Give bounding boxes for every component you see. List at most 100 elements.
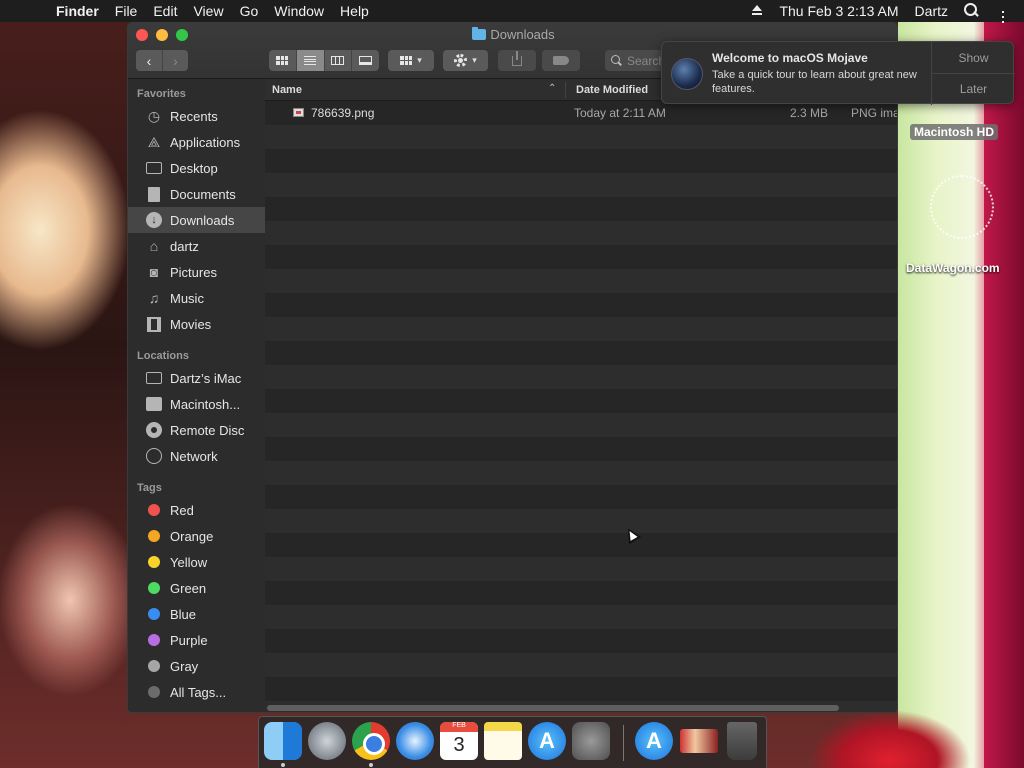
chevron-down-icon: ▾ (417, 55, 422, 65)
dock-trash-icon[interactable] (727, 722, 757, 760)
notification-title: Welcome to macOS Mojave (712, 51, 868, 65)
tag-color-dot (148, 556, 160, 568)
menu-bar: Finder File Edit View Go Window Help Thu… (0, 0, 1024, 23)
eject-menu[interactable] (743, 3, 771, 19)
sidebar-tag-red[interactable]: Red (128, 497, 265, 523)
sidebar-item-applications[interactable]: ⟁ Applications (128, 129, 265, 155)
view-mode-group (269, 50, 379, 71)
dock-app-store-download-icon[interactable]: A (635, 722, 673, 760)
file-row[interactable]: 786639.png Today at 2:11 AM 2.3 MB PNG i… (265, 101, 897, 125)
eject-icon (751, 5, 763, 16)
back-button[interactable]: ‹ (136, 50, 162, 71)
sidebar-all-tags[interactable]: All Tags... (128, 679, 265, 705)
dock-image-thumbnail-icon[interactable] (680, 729, 718, 753)
share-button[interactable] (498, 50, 536, 71)
sidebar-item-label: Gray (170, 658, 199, 674)
dock-finder-icon[interactable] (264, 722, 302, 760)
sidebar-item-label: Yellow (170, 554, 208, 570)
sidebar-item-label: Orange (170, 528, 214, 544)
sidebar-section-locations: Locations (137, 350, 189, 362)
file-size: 2.3 MB (790, 106, 829, 120)
action-menu-button[interactable]: ▾ (443, 50, 488, 71)
sidebar-item-label: Network (170, 448, 218, 464)
group-by-button[interactable]: ▾ (388, 50, 434, 71)
column-divider[interactable] (565, 82, 566, 98)
notification-body: Take a quick tour to learn about great n… (712, 69, 917, 95)
sidebar-item-documents[interactable]: Documents (128, 181, 265, 207)
applications-icon: ⟁ (147, 133, 161, 150)
dock-chrome-icon[interactable] (352, 722, 390, 760)
notification-show-button[interactable]: Show (932, 42, 1015, 73)
window-title: Downloads (128, 27, 897, 42)
download-icon: ↓ (145, 212, 163, 228)
tag-color-dot (148, 660, 160, 672)
sidebar-tag-yellow[interactable]: Yellow (128, 549, 265, 575)
menu-go[interactable]: Go (232, 3, 267, 19)
menu-help[interactable]: Help (332, 3, 377, 19)
sidebar-item-label: Pictures (170, 264, 217, 280)
dock-running-indicator (281, 763, 285, 767)
sidebar-item-downloads[interactable]: ↓ Downloads (128, 207, 265, 233)
menu-window[interactable]: Window (266, 3, 332, 19)
file-list[interactable]: Name ⌃ Date Modified 786639.png Today at… (265, 79, 897, 712)
sidebar-item-label: Applications (170, 134, 241, 150)
sidebar-item-network[interactable]: Network (128, 443, 265, 469)
sidebar: Favorites ◷ Recents ⟁ Applications Desktop… (128, 79, 265, 712)
horizontal-scrollbar[interactable] (267, 705, 839, 711)
dock-notes-icon[interactable] (484, 722, 522, 760)
sidebar-item-remote-disc[interactable]: Remote Disc (128, 417, 265, 443)
chevron-down-icon: ▾ (472, 55, 477, 65)
column-view-button[interactable] (323, 50, 352, 71)
notification-actions: Show Later (931, 42, 1015, 105)
dock-running-indicator (369, 763, 373, 767)
sidebar-item-label: Blue (170, 606, 197, 622)
sidebar-item-recents[interactable]: ◷ Recents (128, 103, 265, 129)
dock-app-store-icon[interactable]: A (528, 722, 566, 760)
sidebar-tag-orange[interactable]: Orange (128, 523, 265, 549)
sidebar-tag-blue[interactable]: Blue (128, 601, 265, 627)
menu-app-finder[interactable]: Finder (48, 3, 107, 19)
camera-icon: ◙ (149, 264, 159, 280)
spotlight-button[interactable] (956, 2, 986, 20)
calendar-day: 3 (453, 734, 465, 756)
edit-tags-button[interactable] (542, 50, 580, 71)
column-header-date-modified[interactable]: Date Modified (576, 84, 648, 96)
icon-view-button[interactable] (269, 50, 296, 71)
home-icon: ⌂ (149, 238, 159, 254)
menu-user[interactable]: Dartz (907, 3, 956, 19)
sidebar-tag-green[interactable]: Green (128, 575, 265, 601)
gear-icon (454, 54, 468, 67)
sidebar-tag-gray[interactable]: Gray (128, 653, 265, 679)
menu-view[interactable]: View (185, 3, 231, 19)
tag-icon (553, 56, 569, 65)
sidebar-item-desktop[interactable]: Desktop (128, 155, 265, 181)
sidebar-item-movies[interactable]: Movies (128, 311, 265, 337)
dock-system-preferences-icon[interactable] (572, 722, 610, 760)
dock-calendar-icon[interactable]: FEB 3 (440, 722, 478, 760)
sidebar-item-label: Movies (170, 316, 212, 332)
gallery-view-button[interactable] (351, 50, 379, 71)
notification-banner[interactable]: Welcome to macOS Mojave Take a quick tou… (661, 41, 1015, 105)
dock-launchpad-icon[interactable] (308, 722, 346, 760)
chevron-left-icon: ‹ (146, 52, 152, 69)
menu-edit[interactable]: Edit (145, 3, 185, 19)
sidebar-item-pictures[interactable]: ◙ Pictures (128, 259, 265, 285)
menu-clock[interactable]: Thu Feb 3 2:13 AM (771, 3, 906, 19)
list-view-button[interactable] (295, 50, 324, 71)
sidebar-tag-purple[interactable]: Purple (128, 627, 265, 653)
sidebar-item-dartz[interactable]: ⌂ dartz (128, 233, 265, 259)
notification-center-button[interactable] (986, 0, 1024, 23)
desktop-macintosh-hd-label[interactable]: Macintosh HD (910, 124, 999, 140)
sidebar-item-macintosh-hd[interactable]: Macintosh... (128, 391, 265, 417)
column-header-name[interactable]: Name (272, 84, 302, 96)
sidebar-item-music[interactable]: ♫ Music (128, 285, 265, 311)
watermark-text: DataWagon.com (906, 261, 1000, 275)
sidebar-item-imac[interactable]: Dartz’s iMac (128, 365, 265, 391)
sidebar-item-label: Dartz’s iMac (170, 370, 242, 386)
forward-button[interactable]: › (162, 50, 188, 71)
dock-separator (623, 725, 624, 761)
notification-later-button[interactable]: Later (932, 73, 1015, 104)
finder-window: Downloads ‹ › ▾ ▾ Search Favorites ◷ Rec… (127, 22, 898, 713)
menu-file[interactable]: File (107, 3, 146, 19)
dock-safari-icon[interactable] (396, 722, 434, 760)
